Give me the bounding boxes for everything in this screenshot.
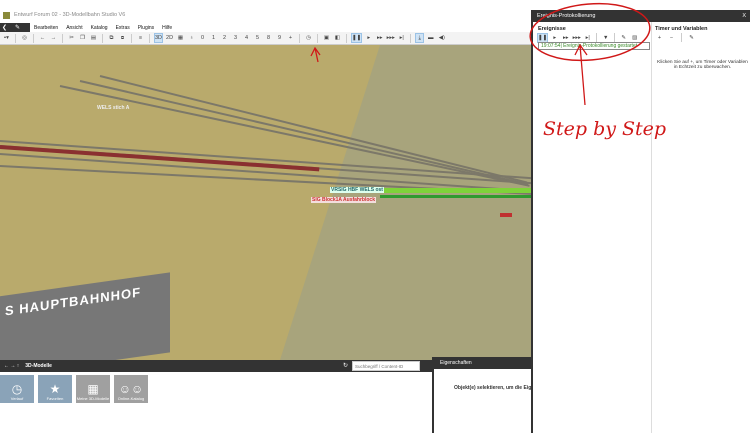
- annotation-arrow: [310, 46, 321, 63]
- annotation-circle: [529, 2, 651, 62]
- annotation-arrow: [574, 43, 588, 106]
- annotation-overlay: [310, 2, 651, 106]
- annotation-text: Step by Step: [543, 118, 667, 140]
